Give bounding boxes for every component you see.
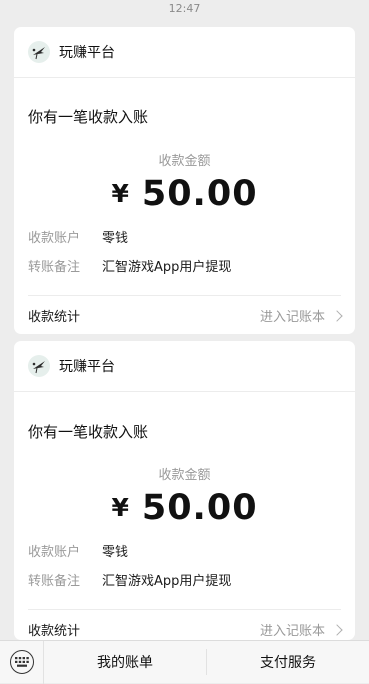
stats-label: 收款统计 <box>28 310 81 325</box>
account-value: 零钱 <box>102 231 129 246</box>
app-name: 玩赚平台 <box>59 359 115 375</box>
ledger-link-label: 进入记账本 <box>259 624 325 639</box>
menu-my-bills[interactable]: 我的账单 <box>44 641 206 684</box>
account-value: 零钱 <box>102 545 129 560</box>
amount-label: 收款金额 <box>158 154 211 169</box>
divider <box>28 609 341 610</box>
account-row: 收款账户 零钱 <box>28 541 128 560</box>
app-name: 玩赚平台 <box>59 45 115 61</box>
status-time: 12:47 <box>168 2 201 15</box>
payment-notice-card[interactable]: 玩赚平台 你有一笔收款入账 收款金额 ¥50.00 收款账户 零钱 转账备注 汇… <box>14 341 355 640</box>
divider <box>28 295 341 296</box>
remark-row: 转账备注 汇智游戏App用户提现 <box>28 256 231 275</box>
keyboard-toggle-button[interactable] <box>0 640 44 684</box>
chevron-right-icon <box>331 309 343 322</box>
payment-notice-card[interactable]: 玩赚平台 你有一笔收款入账 收款金额 ¥50.00 收款账户 零钱 转账备注 汇… <box>14 27 355 334</box>
amount-label: 收款金额 <box>158 468 211 483</box>
remark-row: 转账备注 汇智游戏App用户提现 <box>28 570 231 589</box>
remark-value: 汇智游戏App用户提现 <box>102 574 232 589</box>
account-key: 收款账户 <box>28 231 81 246</box>
remark-value: 汇智游戏App用户提现 <box>102 260 232 275</box>
ledger-link[interactable]: 进入记账本 <box>259 306 343 325</box>
bottom-menu-bar: 我的账单 支付服务 <box>0 640 369 684</box>
amount-number: 50.00 <box>141 174 258 214</box>
card-header[interactable]: 玩赚平台 <box>14 27 355 78</box>
currency-symbol: ¥ <box>111 179 130 208</box>
crane-logo-icon <box>28 355 50 377</box>
card-header[interactable]: 玩赚平台 <box>14 341 355 392</box>
menu-payment-services[interactable]: 支付服务 <box>207 641 369 684</box>
account-row: 收款账户 零钱 <box>28 227 128 246</box>
stats-row[interactable]: 收款统计 进入记账本 <box>28 306 343 325</box>
account-key: 收款账户 <box>28 545 81 560</box>
notice-title: 你有一笔收款入账 <box>28 108 149 126</box>
remark-key: 转账备注 <box>28 260 81 275</box>
ledger-link[interactable]: 进入记账本 <box>259 620 343 639</box>
amount-value: ¥50.00 <box>14 174 355 214</box>
ledger-link-label: 进入记账本 <box>259 310 325 325</box>
amount-value: ¥50.00 <box>14 488 355 528</box>
remark-key: 转账备注 <box>28 574 81 589</box>
currency-symbol: ¥ <box>111 493 130 522</box>
crane-logo-icon <box>28 41 50 63</box>
keyboard-icon <box>9 650 34 674</box>
stats-row[interactable]: 收款统计 进入记账本 <box>28 620 343 639</box>
stats-label: 收款统计 <box>28 624 81 639</box>
notice-title: 你有一笔收款入账 <box>28 423 149 441</box>
chevron-right-icon <box>331 623 343 636</box>
amount-number: 50.00 <box>141 488 258 528</box>
